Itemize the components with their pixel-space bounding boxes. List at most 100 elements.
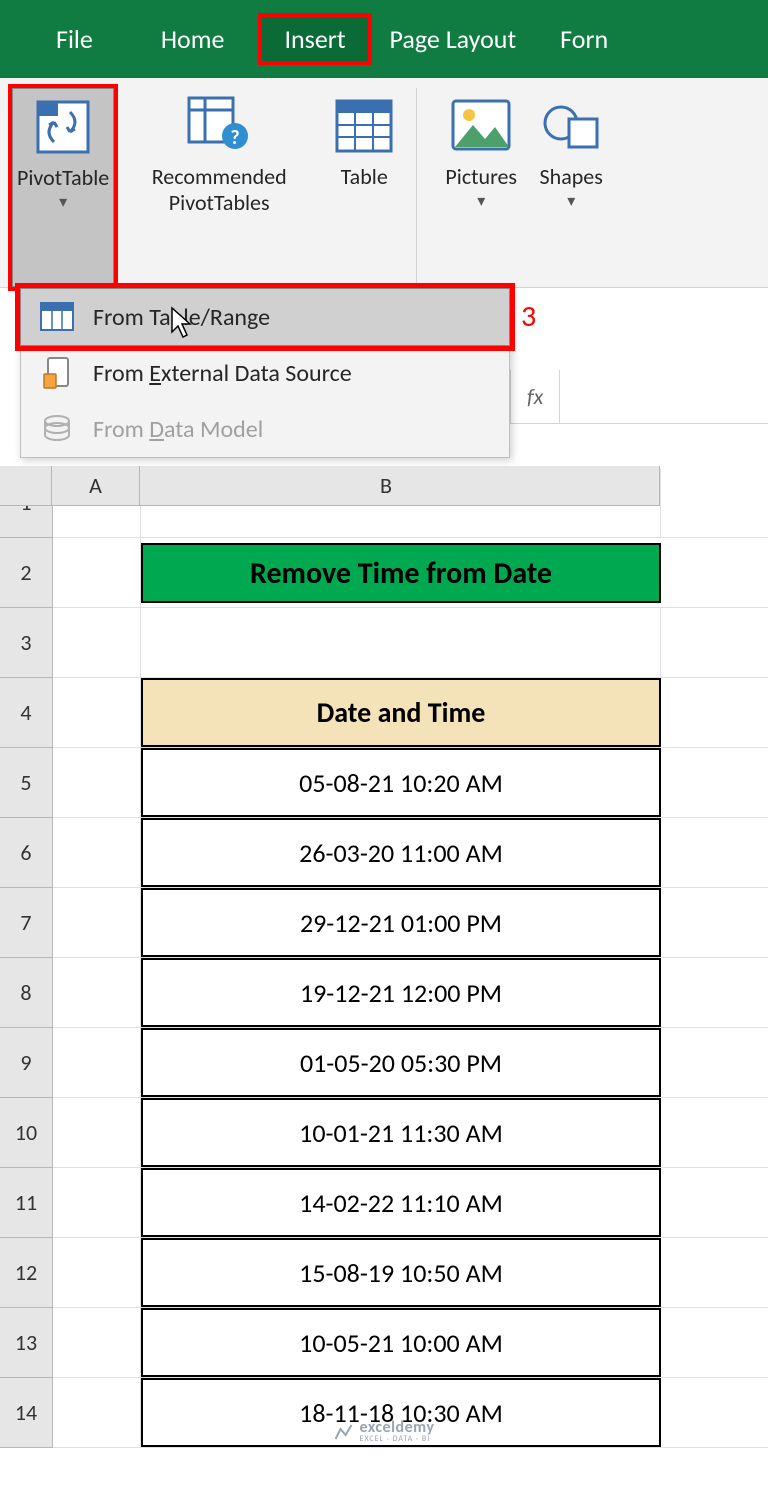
pivottable-label: PivotTable	[17, 165, 109, 191]
table-row[interactable]: 10-05-21 10:00 AM	[141, 1308, 661, 1377]
cell[interactable]	[661, 538, 768, 607]
chevron-down-icon: ▾	[567, 192, 575, 211]
formula-input[interactable]	[560, 370, 768, 423]
pivottable-dropdown: From Table/Range From External Data Sour…	[20, 288, 510, 458]
shapes-button[interactable]: Shapes ▾	[531, 88, 611, 287]
ribbon-group-illustrations: Pictures ▾ Shapes ▾	[417, 88, 623, 287]
cell[interactable]	[53, 1238, 141, 1307]
cell[interactable]	[661, 1028, 768, 1097]
row-headers: 1 2 3 4 5 6 7 8 9 10 11 12 13 14	[0, 468, 53, 1448]
row-header[interactable]: 12	[0, 1238, 52, 1308]
formula-bar: fx	[510, 370, 768, 424]
external-source-icon	[39, 355, 75, 391]
row-header[interactable]: 3	[0, 608, 52, 678]
cell[interactable]	[53, 818, 141, 887]
cell[interactable]	[53, 748, 141, 817]
shapes-icon	[539, 94, 603, 158]
table-header[interactable]: Date and Time	[141, 678, 661, 747]
recommended-pivottables-button[interactable]: ? Recommended PivotTables	[124, 88, 314, 287]
cell[interactable]	[661, 818, 768, 887]
pictures-label: Pictures	[445, 164, 517, 190]
callout-3: 3	[521, 298, 536, 335]
worksheet-grid[interactable]: 1 2 3 4 5 6 7 8 9 10 11 12 13 14 Remove …	[0, 468, 768, 1448]
select-all-corner[interactable]	[0, 466, 52, 506]
cell[interactable]	[661, 1378, 768, 1447]
recommended-pivottables-label: Recommended PivotTables	[152, 164, 287, 217]
cell[interactable]	[141, 608, 661, 677]
row-header[interactable]: 2	[0, 538, 52, 608]
cell[interactable]	[661, 608, 768, 677]
shapes-label: Shapes	[540, 164, 603, 190]
table-row[interactable]: 19-12-21 12:00 PM	[141, 958, 661, 1027]
fx-label[interactable]: fx	[511, 370, 560, 423]
cell[interactable]	[53, 538, 141, 607]
cell[interactable]	[53, 1308, 141, 1377]
table-row[interactable]: 29-12-21 01:00 PM	[141, 888, 661, 957]
table-button[interactable]: Table	[324, 88, 404, 287]
menu-from-external[interactable]: From External Data Source	[21, 345, 509, 401]
tab-formulas[interactable]: Forn	[550, 13, 608, 65]
cell[interactable]	[661, 1168, 768, 1237]
cell[interactable]	[661, 678, 768, 747]
row-header[interactable]: 11	[0, 1168, 52, 1238]
row-header[interactable]: 6	[0, 818, 52, 888]
row-header[interactable]: 13	[0, 1308, 52, 1378]
tab-file[interactable]: File	[22, 13, 127, 65]
row-header[interactable]: 8	[0, 958, 52, 1028]
row-header[interactable]: 4	[0, 678, 52, 748]
table-label: Table	[341, 164, 388, 190]
cells: Remove Time from Date Date and Time 05-0…	[53, 468, 768, 1448]
row-header[interactable]: 7	[0, 888, 52, 958]
pivottable-icon	[31, 95, 95, 159]
tab-page-layout[interactable]: Page Layout	[372, 13, 551, 65]
cell[interactable]	[53, 1028, 141, 1097]
chevron-down-icon: ▾	[59, 193, 67, 212]
row-header[interactable]: 9	[0, 1028, 52, 1098]
table-range-icon	[39, 299, 75, 335]
table-icon	[332, 94, 396, 158]
title-cell[interactable]: Remove Time from Date	[141, 543, 661, 603]
cell[interactable]	[661, 1238, 768, 1307]
row-header[interactable]: 14	[0, 1378, 52, 1448]
cell[interactable]	[661, 468, 768, 537]
menu-label: From External Data Source	[93, 359, 352, 388]
cursor-icon	[170, 306, 196, 340]
chevron-down-icon: ▾	[477, 192, 485, 211]
ribbon-tabs: File Home Insert Page Layout Forn	[0, 0, 768, 78]
cell[interactable]	[53, 958, 141, 1027]
table-row[interactable]: 01-05-20 05:30 PM	[141, 1028, 661, 1097]
ribbon-group-tables: PivotTable ▾ ? Recommended PivotTables	[0, 88, 417, 287]
table-row[interactable]: 15-08-19 10:50 AM	[141, 1238, 661, 1307]
tab-insert[interactable]: Insert	[258, 13, 371, 65]
cell[interactable]	[661, 1308, 768, 1377]
pictures-icon	[449, 94, 513, 158]
cell[interactable]	[53, 1168, 141, 1237]
cell[interactable]	[661, 1098, 768, 1167]
ribbon-body: PivotTable ▾ ? Recommended PivotTables	[0, 78, 768, 288]
watermark-sub: EXCEL · DATA · BI	[360, 1434, 435, 1444]
cell[interactable]	[661, 958, 768, 1027]
table-row[interactable]: 10-01-21 11:30 AM	[141, 1098, 661, 1167]
pictures-button[interactable]: Pictures ▾	[441, 88, 521, 287]
cell[interactable]	[661, 748, 768, 817]
cell[interactable]	[53, 608, 141, 677]
table-row[interactable]: 05-08-21 10:20 AM	[141, 748, 661, 817]
recommended-pivottables-icon: ?	[187, 94, 251, 158]
cell[interactable]	[53, 888, 141, 957]
pivottable-button[interactable]: PivotTable ▾	[12, 88, 114, 287]
row-header[interactable]: 5	[0, 748, 52, 818]
menu-from-table-range[interactable]: From Table/Range	[20, 288, 510, 346]
watermark-icon	[334, 1421, 354, 1441]
table-row[interactable]: 26-03-20 11:00 AM	[141, 818, 661, 887]
table-row[interactable]: 14-02-22 11:10 AM	[141, 1168, 661, 1237]
cell[interactable]	[661, 888, 768, 957]
menu-from-data-model: From Data Model	[21, 401, 509, 457]
cell[interactable]	[53, 1378, 141, 1447]
col-header-a[interactable]: A	[52, 466, 140, 506]
tab-home[interactable]: Home	[127, 13, 259, 65]
svg-text:?: ?	[231, 126, 240, 150]
row-header[interactable]: 10	[0, 1098, 52, 1168]
cell[interactable]	[53, 678, 141, 747]
cell[interactable]	[53, 1098, 141, 1167]
col-header-b[interactable]: B	[140, 466, 660, 506]
